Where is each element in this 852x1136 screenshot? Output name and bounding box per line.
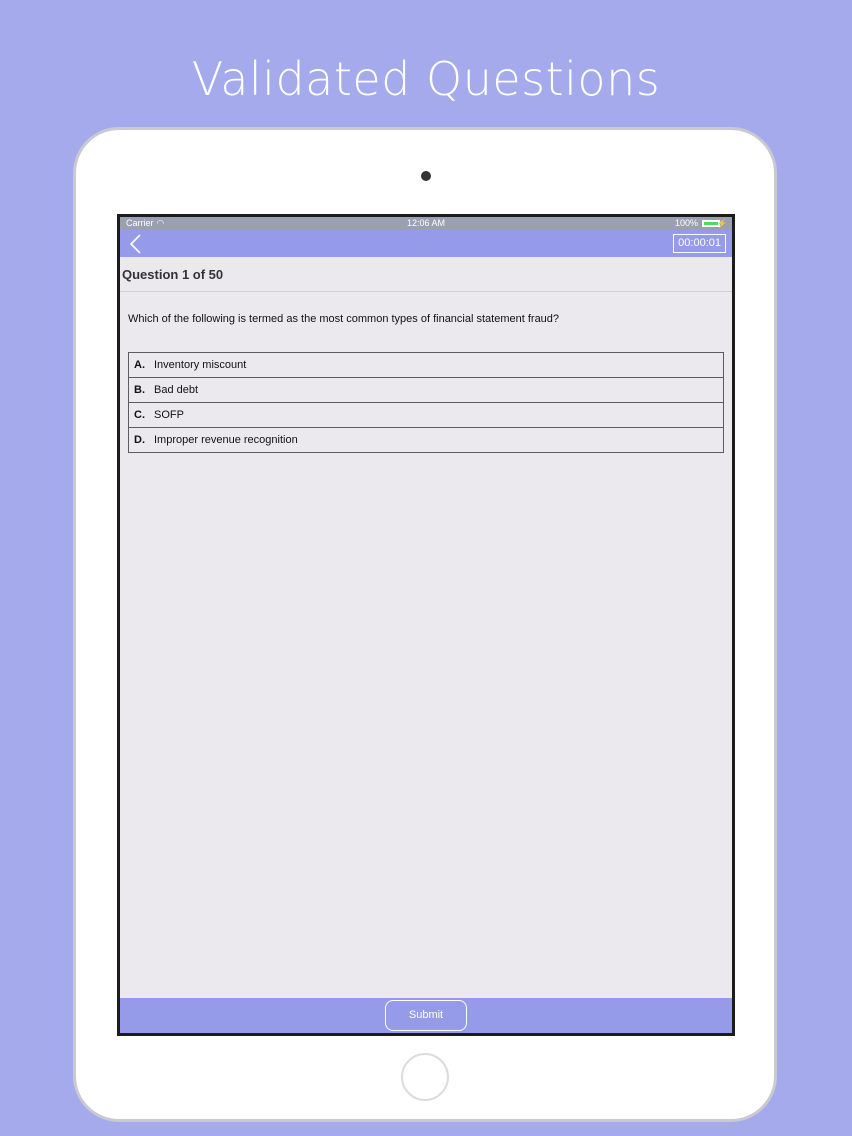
device-screen: Carrier ◠ 12:06 AM 100% ⚡ 00:00:01 Questi…: [117, 214, 735, 1036]
back-chevron-icon[interactable]: [128, 233, 148, 255]
answer-option-c[interactable]: C. SOFP: [128, 402, 724, 428]
option-text: SOFP: [154, 409, 184, 421]
status-time: 12:06 AM: [406, 218, 446, 228]
question-text: Which of the following is termed as the …: [128, 313, 560, 325]
status-bar: Carrier ◠ 12:06 AM 100% ⚡: [120, 217, 732, 230]
home-button: [401, 1053, 449, 1101]
question-header: Question 1 of 50: [120, 257, 732, 292]
answer-option-d[interactable]: D. Improper revenue recognition: [128, 427, 724, 453]
option-letter: B.: [134, 384, 145, 396]
bottom-toolbar: Submit: [120, 998, 732, 1033]
charging-icon: ⚡: [717, 219, 727, 228]
marketing-headline: Validated Questions: [191, 52, 661, 106]
submit-button[interactable]: Submit: [385, 1000, 467, 1031]
option-text: Improper revenue recognition: [154, 434, 298, 446]
option-text: Bad debt: [154, 384, 199, 396]
battery-percent: 100%: [674, 218, 698, 228]
option-letter: A.: [134, 359, 145, 371]
battery-fill: [704, 222, 718, 225]
timer-display: 00:00:01: [673, 234, 726, 253]
camera-dot: [421, 171, 431, 181]
option-letter: C.: [134, 409, 145, 421]
answer-option-b[interactable]: B. Bad debt: [128, 377, 724, 403]
answer-option-a[interactable]: A. Inventory miscount: [128, 352, 724, 378]
app-screen: Carrier ◠ 12:06 AM 100% ⚡ 00:00:01 Questi…: [120, 217, 732, 1033]
option-text: Inventory miscount: [154, 359, 247, 371]
answer-options: A. Inventory miscount B. Bad debt C. SOF…: [128, 352, 724, 453]
option-letter: D.: [134, 434, 145, 446]
nav-bar: 00:00:01: [120, 230, 732, 257]
question-counter: Question 1 of 50: [122, 267, 224, 282]
